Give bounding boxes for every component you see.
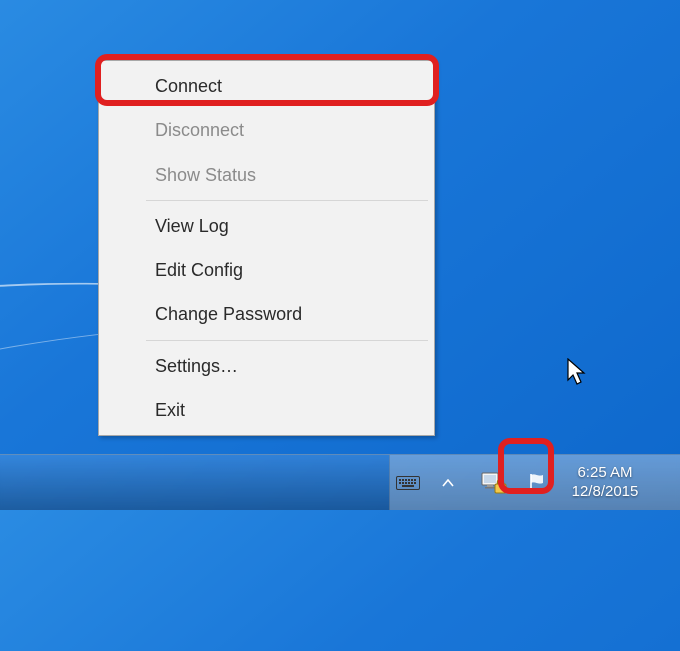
taskbar: 6:25 AM 12/8/2015 — [0, 454, 680, 510]
menu-item-change-password[interactable]: Change Password — [102, 292, 431, 336]
taskbar-clock[interactable]: 6:25 AM 12/8/2015 — [560, 464, 650, 502]
menu-item-settings[interactable]: Settings… — [102, 344, 431, 388]
mouse-cursor-icon — [567, 358, 587, 391]
action-center-icon[interactable] — [526, 455, 548, 511]
menu-item-connect[interactable]: Connect — [102, 64, 431, 108]
taskbar-spacer — [0, 455, 389, 510]
show-hidden-icons-icon[interactable] — [434, 455, 462, 511]
menu-item-view-log[interactable]: View Log — [102, 204, 431, 248]
menu-item-exit[interactable]: Exit — [102, 388, 431, 432]
menu-item-show-status: Show Status — [102, 153, 431, 197]
menu-item-disconnect: Disconnect — [102, 108, 431, 152]
menu-item-edit-config[interactable]: Edit Config — [102, 248, 431, 292]
keyboard-icon[interactable] — [394, 455, 422, 511]
clock-time: 6:25 AM — [570, 464, 640, 483]
system-tray: 6:25 AM 12/8/2015 — [389, 455, 680, 510]
menu-separator — [146, 340, 428, 341]
clock-date: 12/8/2015 — [570, 483, 640, 502]
vpn-context-menu: Connect Disconnect Show Status View Log … — [98, 60, 435, 436]
vpn-tray-icon[interactable] — [474, 455, 514, 511]
menu-separator — [146, 200, 428, 201]
